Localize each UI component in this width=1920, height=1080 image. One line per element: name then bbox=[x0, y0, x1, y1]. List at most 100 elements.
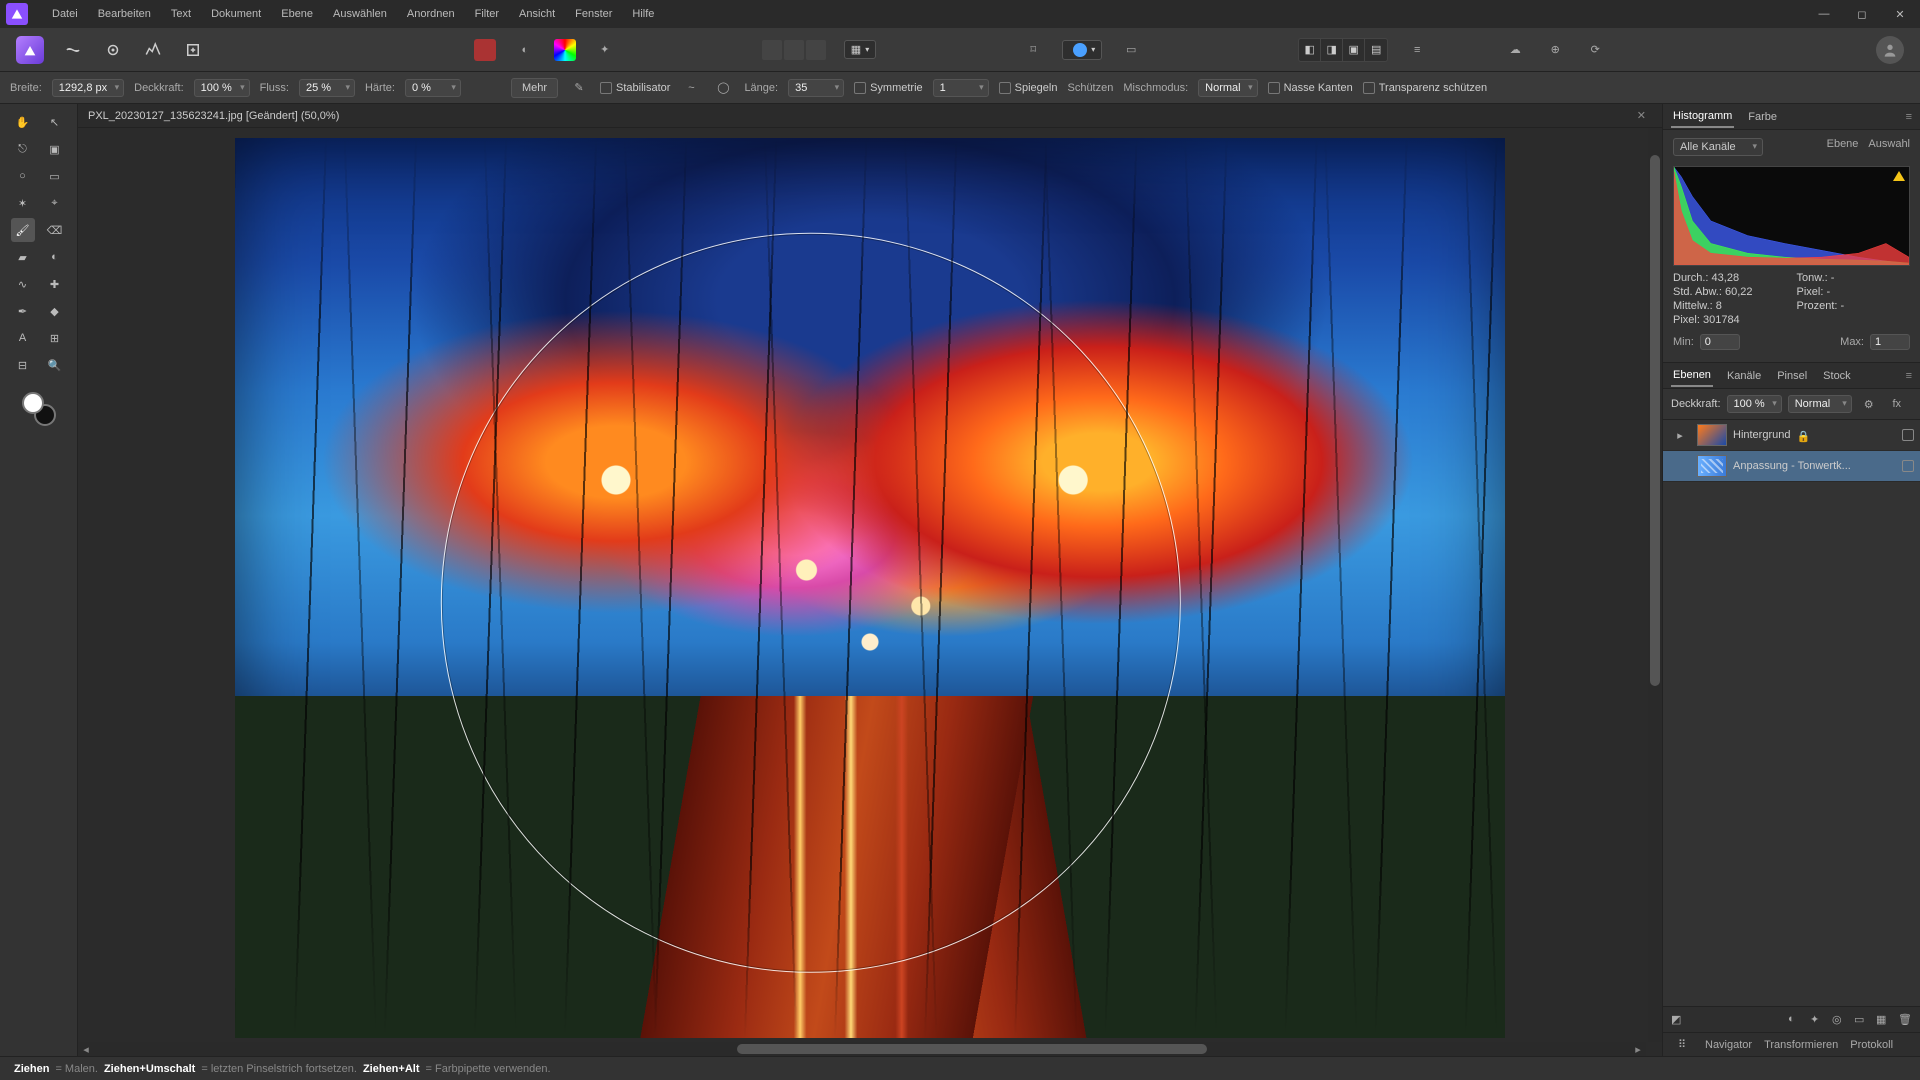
histogram-mode-layer[interactable]: Ebene bbox=[1827, 138, 1859, 150]
window-close-icon[interactable]: ✕ bbox=[1886, 4, 1914, 24]
healing-tool-icon[interactable]: ✚ bbox=[43, 272, 67, 296]
add-adjustment-icon[interactable]: ◐ bbox=[1788, 1013, 1802, 1027]
menu-filter[interactable]: Filter bbox=[465, 4, 509, 24]
selection-brush-icon[interactable]: ○ bbox=[11, 164, 35, 188]
document-tab[interactable]: PXL_20230127_135623241.jpg [Geändert] (5… bbox=[78, 104, 1662, 128]
color-picker-tool-icon[interactable]: ⎋ bbox=[11, 137, 35, 161]
menu-document[interactable]: Dokument bbox=[201, 4, 271, 24]
menu-layer[interactable]: Ebene bbox=[271, 4, 323, 24]
horizontal-scrollbar[interactable]: ◂ ▸ bbox=[78, 1042, 1646, 1056]
visibility-checkbox[interactable] bbox=[1902, 429, 1914, 441]
panel-menu-icon[interactable]: ≡ bbox=[1906, 111, 1912, 123]
brush-width-field[interactable]: 1292,8 px bbox=[52, 79, 124, 97]
symmetry-checkbox[interactable]: Symmetrie bbox=[854, 82, 923, 94]
account-avatar-icon[interactable] bbox=[1876, 36, 1904, 64]
mask-icon[interactable]: ◩ bbox=[1671, 1013, 1685, 1027]
histogram-mode-selection[interactable]: Auswahl bbox=[1868, 138, 1910, 150]
preview-icon[interactable]: ▭ bbox=[1120, 39, 1142, 61]
auto-color-icon[interactable]: ✦ bbox=[594, 39, 616, 61]
cloud-1-icon[interactable]: ☁ bbox=[1504, 39, 1526, 61]
histogram-channels-dropdown[interactable]: Alle Kanäle bbox=[1673, 138, 1763, 156]
hardness-field[interactable]: 0 % bbox=[405, 79, 461, 97]
vertical-scrollbar[interactable] bbox=[1648, 128, 1662, 1042]
menu-window[interactable]: Fenster bbox=[565, 4, 622, 24]
tab-history[interactable]: Protokoll bbox=[1850, 1039, 1893, 1051]
marquee-tool-icon[interactable]: ▭ bbox=[43, 164, 67, 188]
window-maximize-icon[interactable]: ◻ bbox=[1848, 4, 1876, 24]
layer-blend-dropdown[interactable]: Normal bbox=[1788, 395, 1852, 413]
lock-icon[interactable]: 🔒 bbox=[1796, 430, 1806, 440]
menu-view[interactable]: Ansicht bbox=[509, 4, 565, 24]
histogram-max-input[interactable] bbox=[1870, 334, 1910, 350]
length-field[interactable]: 35 bbox=[788, 79, 844, 97]
snap-icon[interactable]: ⌑ bbox=[1022, 39, 1044, 61]
foreground-swatch[interactable] bbox=[474, 39, 496, 61]
delete-layer-icon[interactable]: 🗑 bbox=[1898, 1013, 1912, 1027]
layer-visibility-icon[interactable]: ▸ bbox=[1669, 424, 1691, 446]
hand-tool-icon[interactable]: ✋ bbox=[11, 110, 35, 134]
view-4-icon[interactable]: ▤ bbox=[1365, 39, 1387, 61]
align-center-icon[interactable] bbox=[784, 40, 804, 60]
add-fx-icon[interactable]: ✦ bbox=[1810, 1013, 1824, 1027]
brush-settings-icon[interactable]: ✎ bbox=[568, 77, 590, 99]
tab-histogram[interactable]: Histogramm bbox=[1671, 106, 1734, 128]
erase-tool-icon[interactable]: ⌫ bbox=[43, 218, 67, 242]
vscroll-thumb[interactable] bbox=[1650, 155, 1660, 685]
pen-tool-icon[interactable]: ✒ bbox=[11, 299, 35, 323]
persona-liquify-icon[interactable] bbox=[62, 39, 84, 61]
layer-visibility-icon[interactable] bbox=[1669, 455, 1691, 477]
document-tab-close-icon[interactable]: ✕ bbox=[1631, 109, 1652, 122]
tab-transform[interactable]: Transformieren bbox=[1764, 1039, 1838, 1051]
scroll-left-icon[interactable]: ◂ bbox=[78, 1042, 94, 1056]
layers-menu-icon[interactable]: ≡ bbox=[1906, 370, 1912, 382]
align-left-icon[interactable] bbox=[762, 40, 782, 60]
tab-brushes[interactable]: Pinsel bbox=[1775, 366, 1809, 386]
color-wells[interactable] bbox=[22, 392, 56, 426]
layer-cog-icon[interactable]: ⚙ bbox=[1858, 393, 1880, 415]
text-tool-icon[interactable]: A bbox=[11, 326, 35, 350]
paint-brush-tool-icon[interactable]: 🖌 bbox=[11, 218, 35, 242]
shape-tool-icon[interactable]: ◆ bbox=[43, 299, 67, 323]
quickmask-dropdown[interactable]: ▦▾ bbox=[844, 40, 876, 59]
foreground-color-well[interactable] bbox=[22, 392, 44, 414]
lock-icon[interactable] bbox=[1857, 461, 1867, 471]
layer-fx-icon[interactable]: fx bbox=[1886, 393, 1908, 415]
cloud-2-icon[interactable]: ⊕ bbox=[1544, 39, 1566, 61]
stabilizer-checkbox[interactable]: Stabilisator bbox=[600, 82, 670, 94]
visibility-checkbox[interactable] bbox=[1902, 460, 1914, 472]
eyedropper-icon[interactable]: ◐ bbox=[514, 39, 536, 61]
crop-tool-icon[interactable]: ▣ bbox=[43, 137, 67, 161]
rope-mode-icon[interactable]: ~ bbox=[680, 77, 702, 99]
add-pixel-layer-icon[interactable]: ▦ bbox=[1876, 1013, 1890, 1027]
persona-tonemap-icon[interactable] bbox=[142, 39, 164, 61]
persona-photo-icon[interactable] bbox=[16, 36, 44, 64]
view-3-icon[interactable]: ▣ bbox=[1343, 39, 1365, 61]
tab-color[interactable]: Farbe bbox=[1746, 107, 1779, 127]
layer-row[interactable]: ▸ Hintergrund 🔒 bbox=[1663, 420, 1920, 451]
hscroll-thumb[interactable] bbox=[737, 1044, 1207, 1054]
menu-file[interactable]: Datei bbox=[42, 4, 88, 24]
scroll-right-icon[interactable]: ▸ bbox=[1630, 1042, 1646, 1056]
smudge-tool-icon[interactable]: ∿ bbox=[11, 272, 35, 296]
bottom-panel-grip-icon[interactable]: ⠿ bbox=[1671, 1034, 1693, 1056]
histogram-min-input[interactable] bbox=[1700, 334, 1740, 350]
menu-arrange[interactable]: Anordnen bbox=[397, 4, 465, 24]
canvas-viewport[interactable]: ◂ ▸ bbox=[78, 128, 1662, 1056]
opacity-field[interactable]: 100 % bbox=[194, 79, 250, 97]
flood-select-icon[interactable]: ✶ bbox=[11, 191, 35, 215]
dodge-tool-icon[interactable]: ◐ bbox=[43, 245, 67, 269]
wet-edges-checkbox[interactable]: Nasse Kanten bbox=[1268, 82, 1353, 94]
assistant-dropdown[interactable]: ▾ bbox=[1062, 40, 1102, 60]
move-tool-icon[interactable]: ↖ bbox=[43, 110, 67, 134]
menu-text[interactable]: Text bbox=[161, 4, 201, 24]
more-button[interactable]: Mehr bbox=[511, 78, 558, 98]
zoom-tool-icon[interactable]: 🔍 bbox=[43, 353, 67, 377]
grid-tool-icon[interactable]: ⊟ bbox=[11, 353, 35, 377]
window-minimize-icon[interactable]: — bbox=[1810, 4, 1838, 24]
window-mode-icon[interactable]: ◯ bbox=[712, 77, 734, 99]
flow-field[interactable]: 25 % bbox=[299, 79, 355, 97]
tab-channels[interactable]: Kanäle bbox=[1725, 366, 1763, 386]
clone-tool-icon[interactable]: ⌖ bbox=[43, 191, 67, 215]
fill-tool-icon[interactable]: ▰ bbox=[11, 245, 35, 269]
mesh-tool-icon[interactable]: ⊞ bbox=[43, 326, 67, 350]
